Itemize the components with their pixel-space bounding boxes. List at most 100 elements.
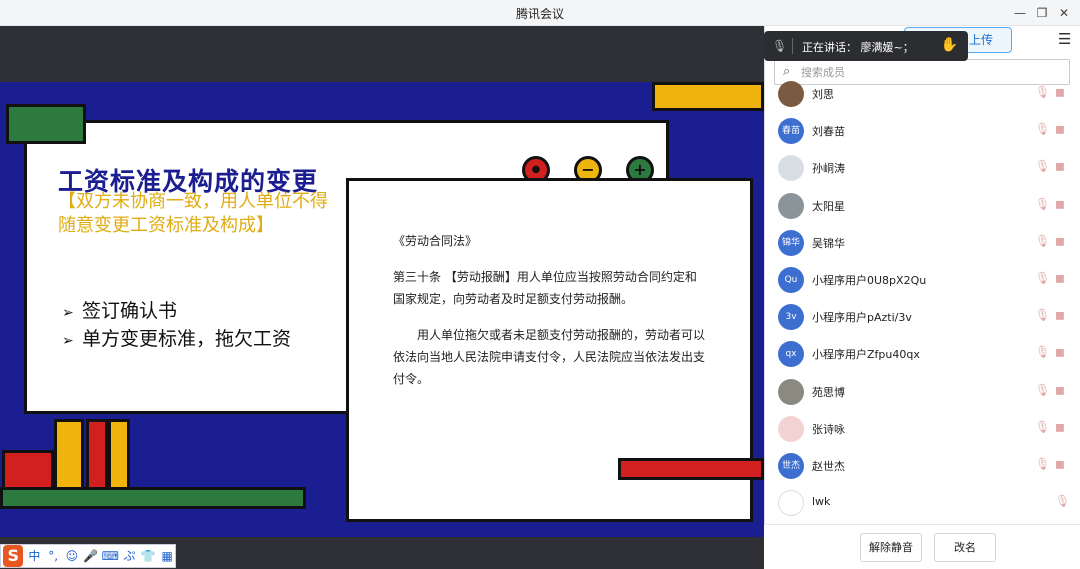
mic-muted-icon: 🎙 [772, 39, 788, 53]
member-row[interactable]: 世杰 赵世杰 🎙 ◼ [764, 450, 1080, 487]
member-name: 孙峒涛 [812, 162, 845, 176]
member-row[interactable]: 孙峒涛 🎙 ◼ [764, 152, 1080, 189]
member-row[interactable]: qx 小程序用户Zfpu40qx 🎙 ◼ [764, 338, 1080, 375]
minimize-button[interactable]: — [1011, 4, 1029, 22]
meeting-window: 腾讯会议 — ❐ ✕ ● − + 工资标准及构成的变更 【双方未协商一致，用人单… [0, 0, 1080, 569]
speaking-text: 正在讲话： 廖满媛~； [802, 41, 914, 54]
law-title: 《劳动合同法》 [393, 234, 478, 248]
member-name: 苑思博 [812, 385, 845, 399]
camera-off-icon[interactable]: ◼ [1055, 122, 1065, 136]
member-name: 小程序用户Zfpu40qx [812, 348, 920, 362]
mic-muted-icon[interactable]: 🎙 [1035, 457, 1050, 471]
avatar: 春苗 [778, 118, 804, 145]
camera-off-icon[interactable]: ◼ [1055, 308, 1065, 322]
avatar [778, 415, 804, 442]
restore-button[interactable]: ❐ [1033, 4, 1051, 22]
mic-muted-icon[interactable]: 🎙 [1035, 308, 1050, 322]
camera-off-icon[interactable]: ◼ [1055, 234, 1065, 248]
mic-muted-icon[interactable]: 🎙 [1035, 383, 1050, 397]
mic-muted-icon[interactable]: 🎙 [1035, 122, 1050, 136]
slide-deco-green-topleft [6, 104, 86, 144]
member-row[interactable]: 苑思博 🎙 ◼ [764, 376, 1080, 413]
unmute-button[interactable]: 解除静音 [860, 533, 922, 562]
ime-skin-icon[interactable]: 👕 [140, 548, 156, 565]
member-row[interactable]: 锦华 吴锦华 🎙 ◼ [764, 227, 1080, 264]
mic-muted-icon[interactable]: 🎙 [1035, 420, 1050, 434]
ime-toolbox-icon[interactable]: ▦ [159, 548, 175, 565]
hand-icon[interactable]: ✋ [941, 37, 958, 53]
ime-toolbar: S 中 °, ☺ 🎤 ⌨ ぷ 👕 ▦ [0, 544, 176, 568]
slide-deco-bar-1 [54, 419, 84, 494]
ime-keyboard-icon[interactable]: ⌨ [102, 548, 119, 565]
ime-voice-icon[interactable]: 🎤 [83, 548, 99, 565]
avatar [778, 155, 804, 182]
search-icon: ⌕ [783, 64, 791, 79]
slide-bullet: ➢ 单方变更标准，拖欠工资 [62, 328, 292, 350]
member-name: 刘思 [812, 88, 834, 101]
member-row[interactable]: lwk 🎙 [764, 487, 1080, 524]
hamburger-menu-icon[interactable]: ☰ [1058, 30, 1071, 48]
ime-chinese-mode-icon[interactable]: 中 [26, 548, 42, 565]
sogou-logo-icon[interactable]: S [3, 545, 24, 567]
member-row[interactable]: 张诗咏 🎙 ◼ [764, 413, 1080, 450]
divider [792, 38, 793, 54]
mic-muted-icon[interactable]: 🎙 [1035, 234, 1050, 248]
mic-muted-icon[interactable]: 🎙 [1035, 159, 1050, 173]
slide-deco-red-bar [618, 458, 764, 480]
ime-handwriting-icon[interactable]: ぷ [122, 548, 138, 565]
panel-bottom-bar: 解除静音 改名 [764, 524, 1080, 569]
slide-deco-bar-2 [86, 419, 108, 494]
mic-muted-icon[interactable]: 🎙 [1035, 197, 1050, 211]
slide-bullet: ➢ 签订确认书 [62, 300, 178, 322]
speaking-indicator: 🎙 正在讲话： 廖满媛~； ✋ [764, 31, 968, 61]
bullet-arrow-icon: ➢ [62, 333, 74, 349]
member-name: 小程序用户pAzti/3v [812, 311, 912, 325]
camera-off-icon[interactable]: ◼ [1055, 159, 1065, 173]
search-input[interactable] [801, 63, 1061, 81]
member-list: 刘思 🎙 ◼ 春苗 刘春苗 🎙 ◼ 孙峒涛 🎙 ◼ 太阳星 🎙 ◼ 锦华 吴锦华 🎙 ◼ Qu 小程序用户0U8pX… [764, 80, 1080, 524]
avatar [778, 192, 804, 219]
member-name: 赵世杰 [812, 460, 845, 473]
member-name: 刘春苗 [812, 125, 845, 139]
avatar [778, 81, 804, 107]
law-text: 《劳动合同法》 第三十条 【劳动报酬】用人单位应当按照劳动合同约定和国家规定，向… [393, 230, 705, 404]
member-row[interactable]: 刘思 🎙 ◼ [764, 80, 1080, 115]
camera-off-icon[interactable]: ◼ [1055, 383, 1065, 397]
camera-off-icon[interactable]: ◼ [1055, 345, 1065, 359]
close-button[interactable]: ✕ [1055, 4, 1073, 22]
avatar: 锦华 [778, 229, 804, 256]
mic-muted-icon[interactable]: 🎙 [1055, 494, 1070, 508]
member-name: 吴锦华 [812, 236, 845, 250]
member-row[interactable]: 3v 小程序用户pAzti/3v 🎙 ◼ [764, 301, 1080, 338]
avatar: qx [778, 341, 804, 368]
rename-button[interactable]: 改名 [934, 533, 996, 562]
ime-emoji-icon[interactable]: ☺ [64, 548, 80, 565]
camera-off-icon[interactable]: ◼ [1055, 197, 1065, 211]
mic-muted-icon[interactable]: 🎙 [1035, 85, 1050, 99]
slide-deco-yellow-top [652, 82, 764, 111]
camera-off-icon[interactable]: ◼ [1055, 85, 1065, 99]
member-name: lwk [812, 495, 831, 509]
screen-share-area: ● − + 工资标准及构成的变更 【双方未协商一致，用人单位不得随意变更工资标准… [0, 26, 764, 569]
avatar [778, 490, 804, 517]
law-paragraph-1: 第三十条 【劳动报酬】用人单位应当按照劳动合同约定和国家规定，向劳动者及时足额支… [393, 270, 697, 306]
mic-muted-icon[interactable]: 🎙 [1035, 271, 1050, 285]
camera-off-icon[interactable]: ◼ [1055, 271, 1065, 285]
slide-deco-red-block [2, 450, 54, 490]
camera-off-icon[interactable]: ◼ [1055, 457, 1065, 471]
mic-muted-icon[interactable]: 🎙 [1035, 345, 1050, 359]
law-paragraph-2: 用人单位拖欠或者未足额支付劳动报酬的，劳动者可以依法向当地人民法院申请支付令，人… [393, 328, 706, 386]
avatar: 世杰 [778, 453, 804, 479]
member-row[interactable]: 太阳星 🎙 ◼ [764, 190, 1080, 227]
title-bar: 腾讯会议 — ❐ ✕ [0, 0, 1080, 26]
ime-punctuation-icon[interactable]: °, [45, 548, 61, 565]
member-name: 小程序用户0U8pX2Qu [812, 274, 927, 287]
member-row[interactable]: 春苗 刘春苗 🎙 ◼ [764, 115, 1080, 152]
avatar [778, 378, 804, 405]
member-row[interactable]: Qu 小程序用户0U8pX2Qu 🎙 ◼ [764, 264, 1080, 301]
slide-deco-green-bar [0, 487, 306, 509]
slide-subtitle: 【双方未协商一致，用人单位不得随意变更工资标准及构成】 [58, 191, 328, 236]
camera-off-icon[interactable]: ◼ [1055, 420, 1065, 434]
avatar: 3v [778, 304, 804, 331]
avatar: Qu [778, 267, 804, 293]
